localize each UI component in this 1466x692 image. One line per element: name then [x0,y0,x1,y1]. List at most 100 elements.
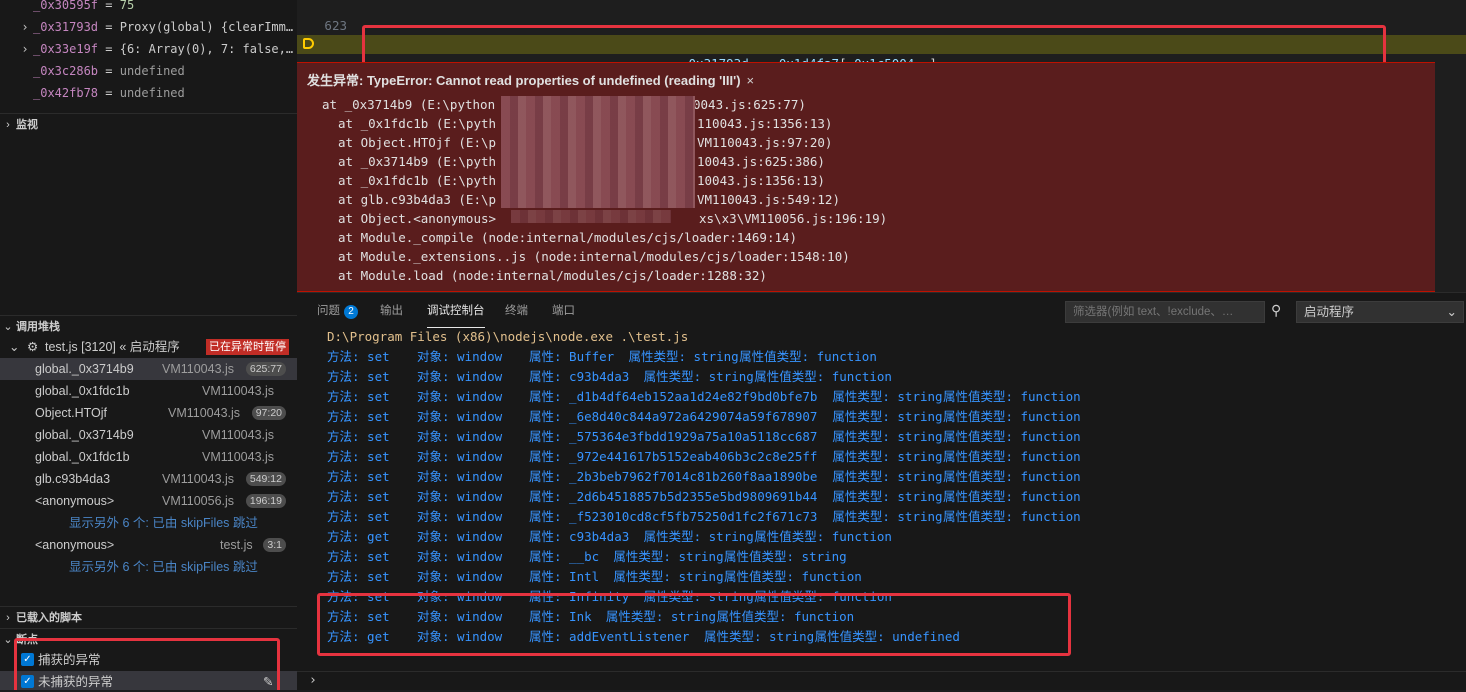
console-field: 对象: window [417,449,503,464]
panel-tab[interactable]: 端口 [552,301,575,327]
console-field: 对象: window [417,349,503,364]
console-field: 属性值类型: function [754,369,892,384]
console-log-row: 方法: set 对象: window 属性: Buffer 属性类型: string 属… [297,347,1457,367]
frame-function: global._0x3714b9 [35,428,134,442]
thread-label: test.js [3120] « 启动程序 [45,340,180,354]
chevron-right-icon: › [21,20,29,34]
console-field: 属性值类型: function [754,589,892,604]
console-filter-input[interactable] [1065,301,1265,323]
call-stack-frame[interactable]: <anonymous> VM110056.js 196:19 [0,490,297,512]
equals-sign: = [98,42,120,56]
trace-location: xs\x3\VM110056.js:196:19) [699,211,888,226]
console-field: 对象: window [417,629,503,644]
call-stack-section-header[interactable]: ⌄ 调用堆栈 [0,315,297,337]
trace-frame[interactable]: at _0x3714b9 (E:\pyth [338,152,496,171]
console-field: 方法: get [327,529,390,544]
console-field: 属性: _972e441617b5152eab406b3c2c8e25ff [529,449,818,464]
debug-sidebar: _0x30595f = 75 › _0x31793d = Proxy(global)… [0,0,297,690]
call-stack-frame[interactable]: glb.c93b4da3 VM110043.js 549:12 [0,468,297,490]
trace-frame[interactable]: at _0x1fdc1b (E:\pyth [338,114,496,133]
chevron-right-icon: › [21,42,29,56]
checkbox-checked-icon[interactable]: ✓ [21,675,34,688]
console-field: 属性值类型: function [739,349,877,364]
console-field: 对象: window [417,409,503,424]
trace-frame[interactable]: at Module._compile (node:internal/module… [338,228,797,247]
console-field: 属性类型: string [613,549,724,564]
console-field: 属性值类型: function [942,489,1081,504]
chevron-right-icon: › [6,119,10,131]
close-icon[interactable]: × [747,73,755,88]
variable-row[interactable]: _0x42fb78 = undefined [0,82,185,104]
breakpoints-section-header[interactable]: ⌄ 断点 [0,628,297,650]
console-field: 属性: _2d6b4518857b5d2355e5bd9809691b44 [529,489,818,504]
thread-item[interactable]: ⌄ ⚙ test.js [3120] « 启动程序 已在异常时暂停 [0,336,297,358]
chevron-right-icon: › [309,673,317,688]
frame-function: Object.HTOjf [35,406,108,420]
trace-frame[interactable]: at Module._extensions..js (node:internal… [338,247,850,266]
console-field: 属性类型: string [832,429,943,444]
call-stack-frame[interactable]: global._0x1fdc1b VM110043.js [0,446,297,468]
console-input-row[interactable]: › [297,671,1466,692]
console-field: 属性类型: string [704,629,815,644]
console-log-row: 方法: set 对象: window 属性: Intl 属性类型: string 属性值… [297,567,1457,587]
trace-frame[interactable]: at Object.HTOjf (E:\p [338,133,496,152]
console-field: 方法: set [327,389,390,404]
console-field: 方法: set [327,349,390,364]
console-field: 方法: set [327,509,390,524]
watch-section-header[interactable]: › 监视 [0,113,297,135]
frame-position-badge: 549:12 [245,472,286,486]
console-field: 属性值类型: function [754,529,892,544]
trace-frame[interactable]: at glb.c93b4da3 (E:\p [338,190,496,209]
equals-sign: = [98,0,120,12]
chevron-down-icon: ⌄ [1446,305,1457,319]
call-stack-frame[interactable]: Object.HTOjf VM110043.js 97:20 [0,402,297,424]
exception-title: 发生异常: TypeError: Cannot read properties … [307,73,755,88]
panel-tab[interactable]: 输出 [380,301,403,327]
variable-value: undefined [119,86,185,100]
console-field: 对象: window [417,609,503,624]
variable-row[interactable]: › _0x31793d = Proxy(global) {clearImm… [0,16,293,38]
trace-location: 10043.js:1356:13) [697,173,825,188]
call-stack-frame[interactable]: <anonymous> test.js 3:1 [0,534,297,556]
console-log-row: 方法: set 对象: window 属性: _6e8d40c844a972a642… [297,407,1457,427]
console-field: 属性类型: string [613,569,724,584]
console-field: 属性值类型: function [942,469,1081,484]
checkbox-checked-icon[interactable]: ✓ [21,653,34,666]
trace-frame[interactable]: at _0x1fdc1b (E:\pyth [338,171,496,190]
search-icon[interactable]: ⚲ [1271,303,1281,319]
show-skipped-frames-link[interactable]: 显示另外 6 个: 已由 skipFiles 跳过 [69,556,258,578]
console-log-row: 方法: set 对象: window 属性: _d1b4df64eb152aa1d2… [297,387,1457,407]
breakpoint-caught-exceptions[interactable]: ✓ 捕获的异常 [0,649,297,671]
variable-row[interactable]: _0x3c286b = undefined [0,60,185,82]
chevron-down-icon: ⌄ [3,634,13,646]
trace-frame[interactable]: at Module.load (node:internal/modules/cj… [338,266,767,285]
panel-tab[interactable]: 终端 [505,301,528,327]
console-log-row: 方法: set 对象: window 属性: _2b3beb7962f7014c81… [297,467,1457,487]
show-skipped-frames-link[interactable]: 显示另外 6 个: 已由 skipFiles 跳过 [69,512,258,534]
console-field: 属性类型: string [832,509,943,524]
edit-pencil-icon[interactable]: ✎ [263,671,273,690]
console-field: 属性类型: string [628,349,739,364]
console-field: 属性值类型: function [942,509,1081,524]
trace-location: 0043.js:625:77) [693,97,806,112]
panel-tab[interactable]: 问题 2 [317,301,358,327]
panel-tab[interactable]: 调试控制台 [427,301,485,328]
console-field: 属性值类型: function [942,409,1081,424]
trace-frame[interactable]: at _0x3714b9 (E:\python [322,95,495,114]
call-stack-frame[interactable]: global._0x1fdc1b VM110043.js [0,380,297,402]
code-editor[interactable]: 623 for (_0x4a995d = _0x1d4fa7[_0x1c5004… [297,0,1466,292]
call-stack-frame[interactable]: global._0x3714b9 VM110043.js 625:77 [0,358,297,380]
trace-frame[interactable]: at Object.<anonymous> [338,209,496,228]
call-stack-frame[interactable]: global._0x3714b9 VM110043.js [0,424,297,446]
loaded-scripts-section-header[interactable]: › 已载入的脚本 [0,606,297,628]
launch-config-select[interactable]: 启动程序 ⌄ [1296,301,1464,323]
console-field: 属性类型: string [832,449,943,464]
breakpoint-uncaught-exceptions[interactable]: ✓ 未捕获的异常 ✎ [0,671,297,690]
variable-row[interactable]: _0x30595f = 75 [0,0,134,16]
frame-file: VM110043.js [168,406,241,420]
console-field: 方法: set [327,489,390,504]
console-field: 方法: set [327,449,390,464]
variable-row[interactable]: › _0x33e19f = {6: Array(0), 7: false,… [0,38,293,60]
paused-on-exception-badge: 已在异常时暂停 [206,339,289,355]
console-field: 属性值类型: function [724,569,862,584]
